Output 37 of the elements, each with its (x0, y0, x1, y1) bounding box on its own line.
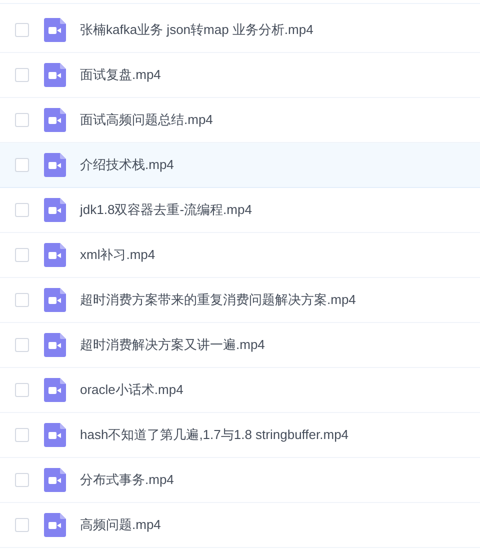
file-name[interactable]: 介绍技术栈.mp4 (80, 155, 174, 175)
file-name[interactable]: 面试高频问题总结.mp4 (80, 110, 213, 130)
video-file-icon (44, 108, 66, 132)
checkbox[interactable] (15, 68, 29, 82)
video-file-icon (44, 288, 66, 312)
video-file-icon (44, 468, 66, 492)
checkbox[interactable] (15, 383, 29, 397)
file-name[interactable]: 张楠kafka业务 json转map 业务分析.mp4 (80, 20, 314, 40)
checkbox[interactable] (15, 203, 29, 217)
video-file-icon (44, 153, 66, 177)
checkbox[interactable] (15, 113, 29, 127)
checkbox[interactable] (15, 158, 29, 172)
file-name[interactable]: 超时消费方案带来的重复消费问题解决方案.mp4 (80, 290, 356, 310)
video-file-icon (44, 243, 66, 267)
file-name[interactable]: jdk1.8双容器去重-流编程.mp4 (80, 200, 252, 220)
video-file-icon (44, 333, 66, 357)
file-name[interactable]: xml补习.mp4 (80, 245, 156, 265)
file-name[interactable]: hash不知道了第几遍,1.7与1.8 stringbuffer.mp4 (80, 425, 349, 445)
file-name[interactable]: 高频问题.mp4 (80, 515, 161, 535)
video-file-icon (44, 18, 66, 42)
checkbox[interactable] (15, 518, 29, 532)
video-file-icon (44, 378, 66, 402)
file-name[interactable]: 面试复盘.mp4 (80, 65, 161, 85)
checkbox[interactable] (15, 428, 29, 442)
checkbox[interactable] (15, 23, 29, 37)
file-name[interactable]: 超时消费解决方案又讲一遍.mp4 (80, 335, 265, 355)
file-name[interactable]: 分布式事务.mp4 (80, 470, 174, 490)
checkbox[interactable] (15, 338, 29, 352)
checkbox[interactable] (15, 473, 29, 487)
file-name[interactable]: oracle小话术.mp4 (80, 380, 184, 400)
checkbox[interactable] (15, 248, 29, 262)
video-file-icon (44, 423, 66, 447)
file-row[interactable]: 介绍技术栈.mp4 (0, 143, 480, 188)
video-file-icon (44, 198, 66, 222)
checkbox[interactable] (15, 293, 29, 307)
video-file-icon (44, 513, 66, 537)
video-file-icon (44, 63, 66, 87)
